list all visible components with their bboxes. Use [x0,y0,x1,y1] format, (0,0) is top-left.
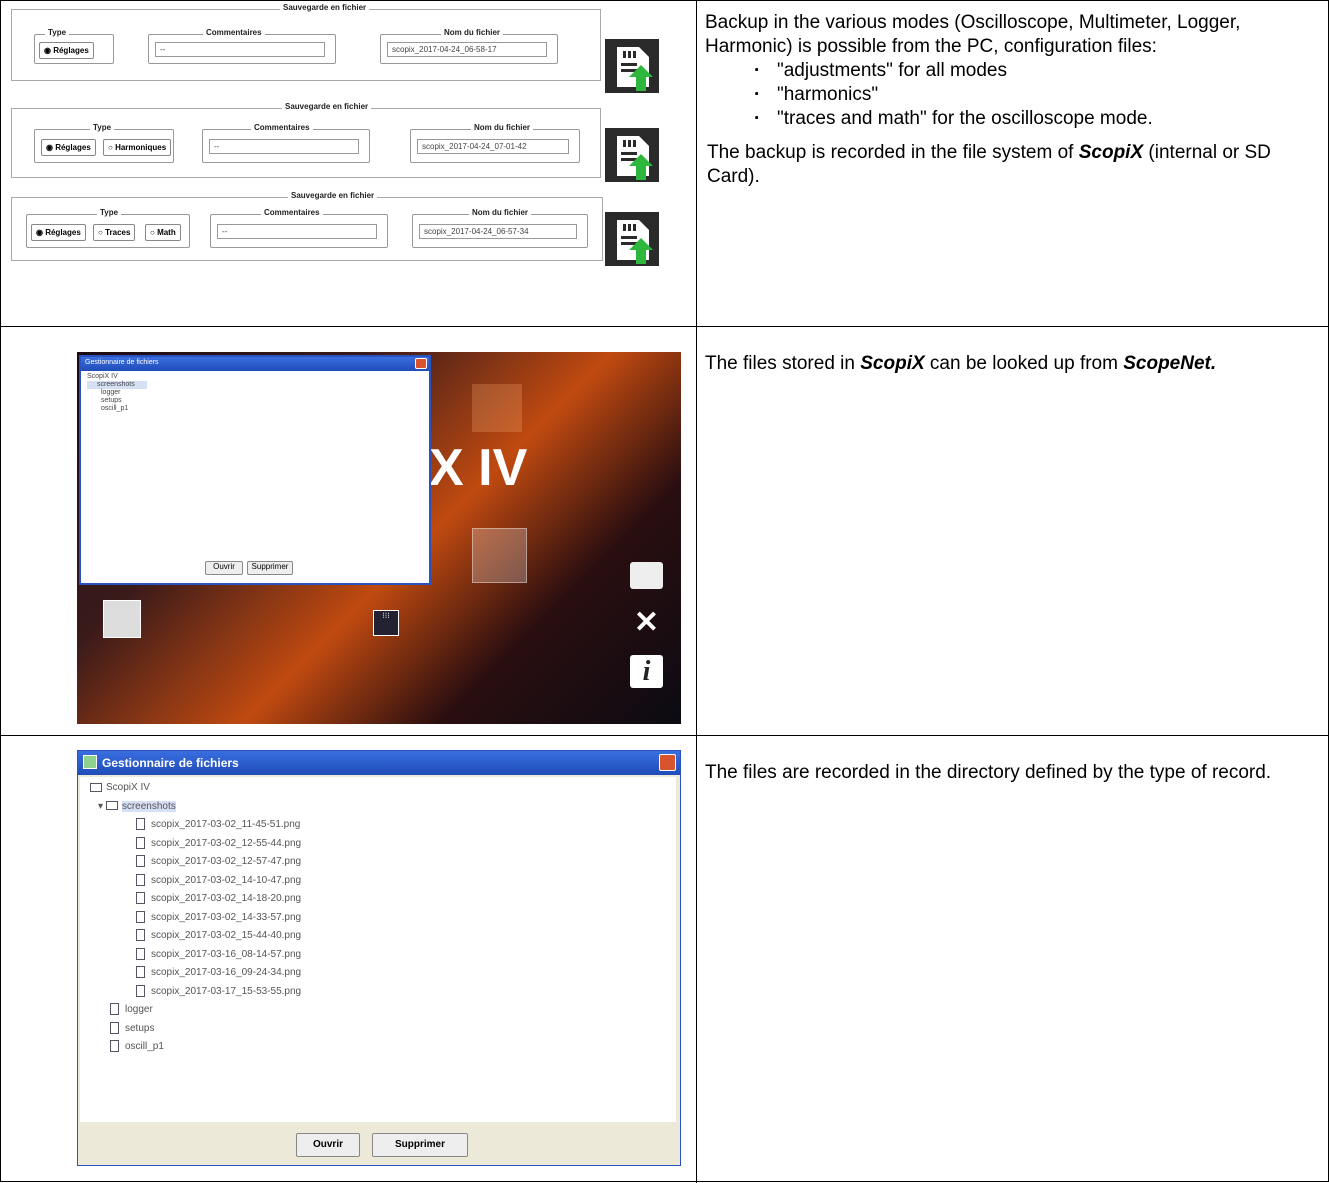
open-button[interactable]: Ouvrir [205,561,243,575]
row-divider-1 [1,326,1329,327]
brand-scopix: ScopiX [1078,142,1144,163]
open-button[interactable]: Ouvrir [296,1133,360,1157]
delete-button[interactable]: Supprimer [372,1133,468,1157]
tree-item[interactable]: logger [87,389,423,397]
comment-group: Commentaires -- [148,28,336,64]
list-item[interactable]: scopix_2017-03-02_14-10-47.png [136,872,666,891]
file-manager-screenshot: Gestionnaire de fichiers ScopiX IV ▾ scr… [77,750,681,1166]
row-divider-2 [1,735,1329,736]
list-item[interactable]: logger [90,1001,666,1020]
close-icon[interactable] [415,358,427,369]
tree-item[interactable]: oscill_p1 [87,405,423,413]
list-item[interactable]: scopix_2017-03-02_14-18-20.png [136,890,666,909]
app-icon [83,755,97,769]
list-item[interactable]: scopix_2017-03-16_09-24-34.png [136,964,666,983]
panel-title: Sauvegarde en fichier [280,3,370,12]
radio-math[interactable]: ○ Math [145,224,181,241]
sd-save-button[interactable] [605,39,659,93]
comment-input[interactable]: -- [217,224,377,239]
tree-root[interactable]: ScopiX IV [87,373,423,381]
desktop-brand-label: X IV [429,439,528,497]
scopix-desktop-screenshot: X IV Gestionnaire de fichiers ScopiX IV … [77,352,681,724]
sd-save-button[interactable] [605,212,659,266]
sd-card-upload-icon [617,136,653,180]
brand-scopenet: ScopeNet. [1123,353,1217,374]
filename-input[interactable]: scopix_2017-04-24_06-58-17 [387,42,547,57]
tree-item[interactable]: setups [87,397,423,405]
info-icon[interactable]: i [630,655,663,688]
tree-item[interactable]: screenshots [87,381,147,389]
sd-card-upload-icon [617,47,653,91]
row3-description: The files are recorded in the directory … [705,762,1272,783]
delete-button[interactable]: Supprimer [247,561,293,575]
tree-folder[interactable]: ▾ screenshots [90,798,666,817]
filename-input[interactable]: scopix_2017-04-24_06-57-34 [419,224,577,239]
document-table: Sauvegarde en fichier Type ◉ Réglages Co… [0,0,1329,1183]
list-item[interactable]: scopix_2017-03-02_15-44-40.png [136,927,666,946]
file-tree: ScopiX IV screenshots logger setups osci… [81,371,429,415]
save-panel-2: Sauvegarde en fichier Type ◉ Réglages ○ … [11,102,601,178]
comment-group: Commentaires -- [202,123,370,163]
row1-description: Backup in the various modes (Oscilloscop… [705,11,1315,189]
sd-save-button[interactable] [605,128,659,182]
radio-reglages[interactable]: ◉ Réglages [41,139,96,156]
radio-harmoniques[interactable]: ○ Harmoniques [103,139,172,156]
file-list: scopix_2017-03-02_11-45-51.png scopix_20… [90,816,666,1001]
list-item[interactable]: scopix_2017-03-02_12-57-47.png [136,853,666,872]
list-item[interactable]: scopix_2017-03-02_11-45-51.png [136,816,666,835]
folder-icon[interactable] [630,562,663,589]
glass-cube [472,528,527,583]
type-group: Type ◉ Réglages [34,28,114,64]
window-title: Gestionnaire de fichiers [102,756,239,770]
save-panel-1: Sauvegarde en fichier Type ◉ Réglages Co… [11,3,601,81]
tools-icon[interactable]: ✕ [630,606,663,639]
radio-reglages[interactable]: ◉ Réglages [39,42,94,59]
comment-group: Commentaires -- [210,208,388,248]
list-item[interactable]: scopix_2017-03-16_08-14-57.png [136,946,666,965]
close-icon[interactable] [659,754,676,771]
grid-app-icon[interactable]: ⁝⁝⁝ [373,610,399,636]
radio-traces[interactable]: ○ Traces [93,224,136,241]
list-item: "adjustments" for all modes [754,59,1315,83]
comment-input[interactable]: -- [209,139,359,154]
save-panel-3: Sauvegarde en fichier Type ◉ Réglages ○ … [11,191,603,261]
glass-cube [472,384,522,432]
harmonics-app-icon[interactable] [103,600,141,638]
file-manager-window: Gestionnaire de fichiers ScopiX IV scree… [79,355,431,585]
list-item[interactable]: scopix_2017-03-17_15-53-55.png [136,983,666,1002]
list-item: "harmonics" [754,83,1315,107]
comment-input[interactable]: -- [155,42,325,57]
list-item: "traces and math" for the oscilloscope m… [754,107,1315,131]
window-titlebar: Gestionnaire de fichiers [78,751,680,775]
window-title: Gestionnaire de fichiers [81,357,429,371]
type-group: Type ◉ Réglages ○ Harmoniques [34,123,174,163]
file-tree: ScopiX IV ▾ screenshots scopix_2017-03-0… [80,777,676,1122]
list-item[interactable]: scopix_2017-03-02_12-55-44.png [136,835,666,854]
filename-group: Nom du fichier scopix_2017-04-24_07-01-4… [410,123,580,163]
filename-input[interactable]: scopix_2017-04-24_07-01-42 [417,139,569,154]
sd-card-upload-icon [617,220,653,264]
tree-root[interactable]: ScopiX IV [90,779,666,798]
type-group: Type ◉ Réglages ○ Traces ○ Math [26,208,190,248]
backup-types-list: "adjustments" for all modes "harmonics" … [754,59,1315,131]
filename-group: Nom du fichier scopix_2017-04-24_06-58-1… [380,28,558,64]
column-divider [696,1,697,1183]
filename-group: Nom du fichier scopix_2017-04-24_06-57-3… [412,208,588,248]
radio-reglages[interactable]: ◉ Réglages [31,224,86,241]
list-item[interactable]: setups [90,1020,666,1039]
row2-description: The files stored in ScopiX can be looked… [705,353,1217,374]
list-item[interactable]: oscill_p1 [90,1038,666,1057]
brand-scopix: ScopiX [860,353,925,374]
list-item[interactable]: scopix_2017-03-02_14-33-57.png [136,909,666,928]
